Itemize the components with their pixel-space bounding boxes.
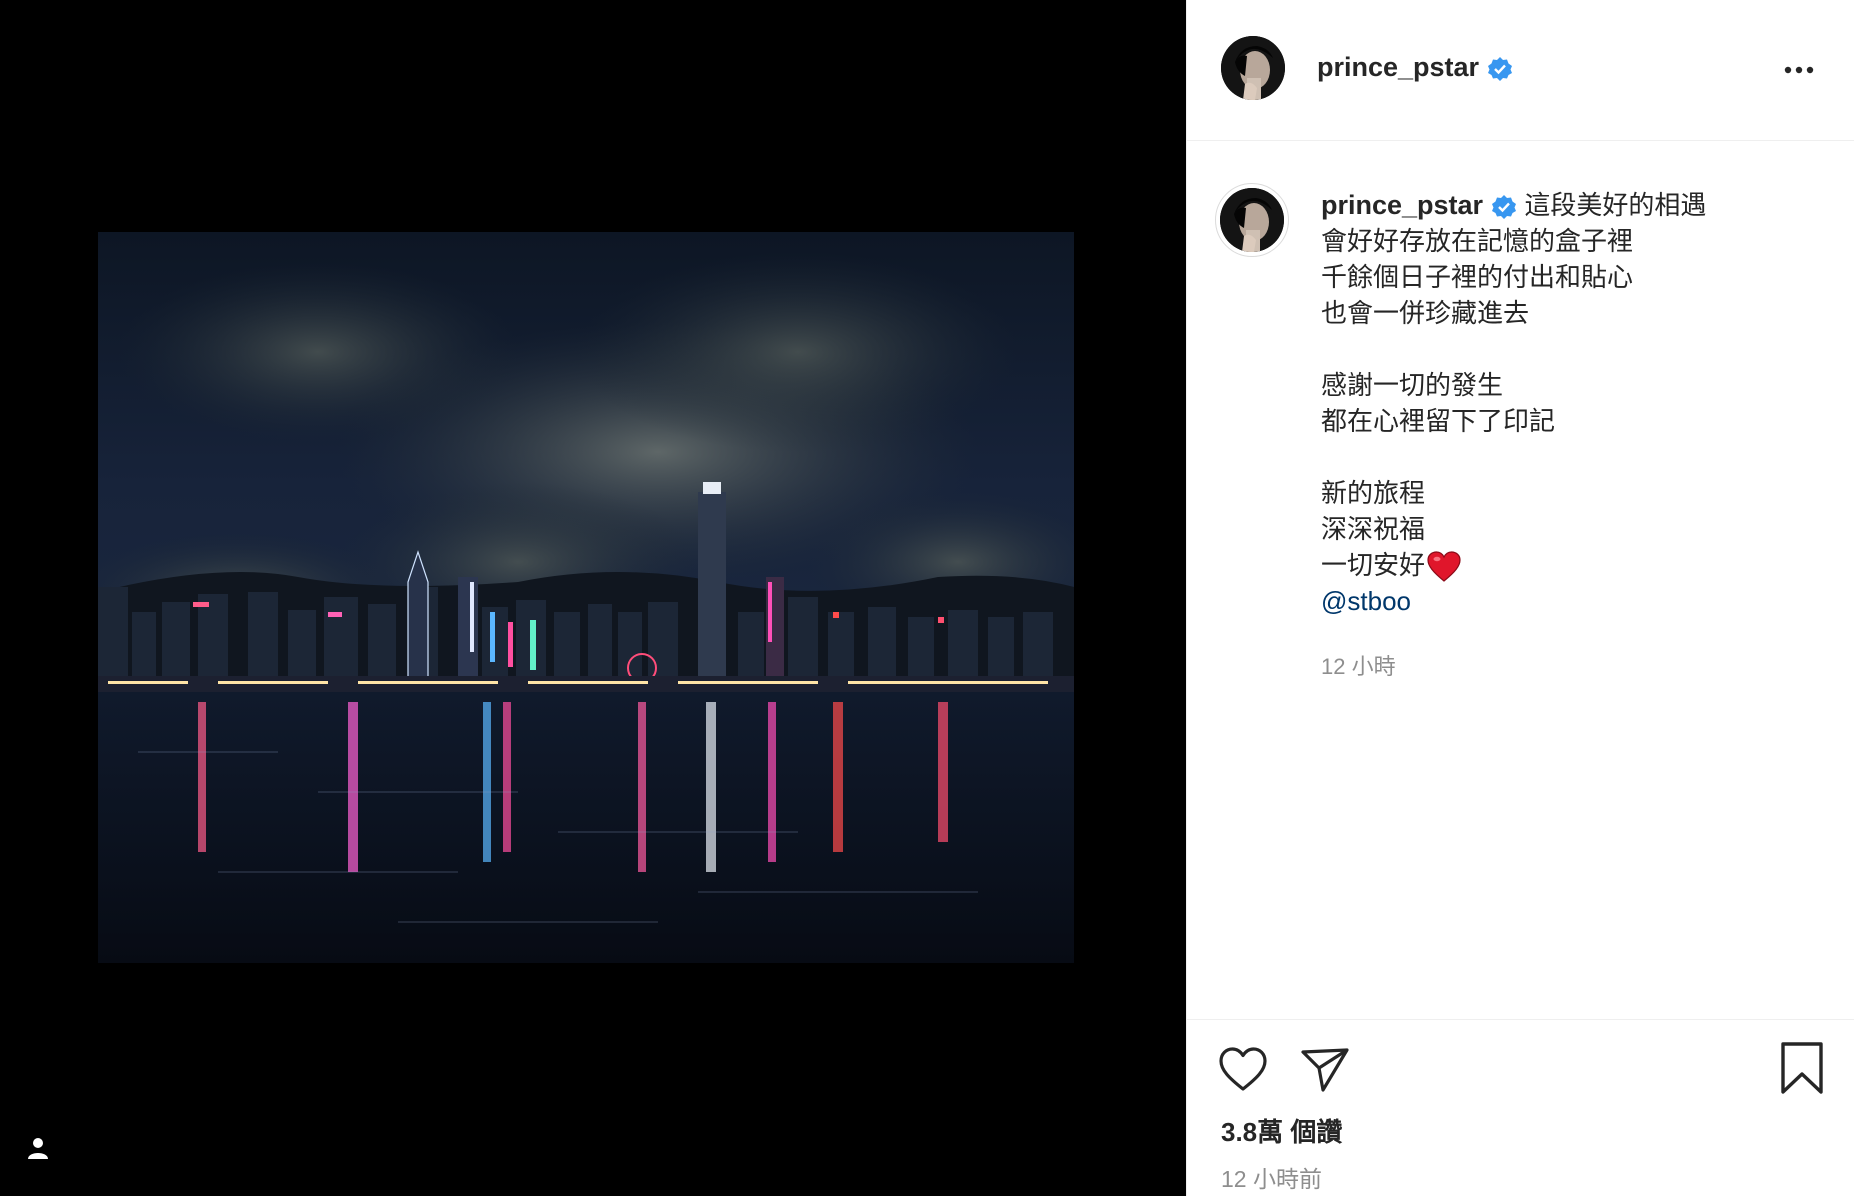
- caption-line: 千餘個日子裡的付出和貼心: [1321, 262, 1634, 292]
- caption-line: 一切安好: [1321, 550, 1426, 580]
- caption-line: [1321, 439, 1821, 475]
- post-media-pane: [0, 0, 1186, 1196]
- verified-badge-icon: [1488, 56, 1513, 81]
- avatar-portrait: [1221, 36, 1285, 100]
- post-actions: 3.8萬 個讚 12 小時前: [1187, 1019, 1854, 1196]
- paper-plane-icon: [1301, 1048, 1349, 1092]
- post-header: prince_pstar: [1187, 0, 1854, 141]
- author-avatar[interactable]: [1221, 36, 1285, 100]
- mention-link[interactable]: @stboo: [1321, 583, 1821, 619]
- verified-badge-icon: [1492, 195, 1517, 220]
- like-button[interactable]: [1217, 1044, 1269, 1096]
- author-username[interactable]: prince_pstar: [1317, 52, 1513, 83]
- caption-line: 會好好存放在記憶的盒子裡: [1321, 226, 1634, 256]
- caption-first-row: prince_pstar 這段美好的相遇: [1321, 187, 1821, 223]
- caption-username[interactable]: prince_pstar: [1321, 190, 1483, 220]
- share-button[interactable]: [1299, 1044, 1351, 1096]
- post-photo[interactable]: [98, 232, 1074, 963]
- caption-avatar-ring[interactable]: [1215, 183, 1289, 257]
- bookmark-icon: [1781, 1042, 1823, 1094]
- save-button[interactable]: [1777, 1040, 1827, 1096]
- caption-last-row: 一切安好: [1321, 547, 1821, 583]
- red-heart-emoji-icon: [1427, 551, 1461, 582]
- caption-line: 也會一併珍藏進去: [1321, 298, 1530, 328]
- heart-outline-icon: [1219, 1047, 1267, 1091]
- avatar-portrait: [1220, 188, 1284, 252]
- tag-people-user-icon[interactable]: [20, 1130, 56, 1166]
- caption-line: 新的旅程: [1321, 478, 1426, 508]
- like-count[interactable]: 3.8萬 個讚: [1221, 1112, 1342, 1149]
- caption-line: 深深祝福: [1321, 514, 1426, 544]
- more-options-icon: [1784, 66, 1814, 74]
- caption-line: 都在心裡留下了印記: [1321, 406, 1556, 436]
- skyline-photo: [98, 232, 1074, 963]
- caption-timestamp[interactable]: 12 小時: [1321, 649, 1396, 681]
- caption-text: prince_pstar 這段美好的相遇 會好好存放在記憶的盒子裡 千餘個日子裡…: [1321, 187, 1821, 619]
- username-text: prince_pstar: [1317, 52, 1480, 82]
- caption-line: [1321, 331, 1821, 367]
- caption-avatar: [1220, 188, 1284, 252]
- post-timestamp: 12 小時前: [1221, 1166, 1322, 1192]
- caption-area: prince_pstar 這段美好的相遇 會好好存放在記憶的盒子裡 千餘個日子裡…: [1187, 141, 1854, 1019]
- more-options-button[interactable]: [1777, 48, 1821, 92]
- caption-line: 這段美好的相遇: [1524, 190, 1707, 220]
- user-icon: [28, 1138, 48, 1159]
- post-sidebar: prince_pstar prince_pstar 這段美好的相遇 會好好存放在…: [1186, 0, 1854, 1196]
- caption-line: 感謝一切的發生: [1321, 370, 1504, 400]
